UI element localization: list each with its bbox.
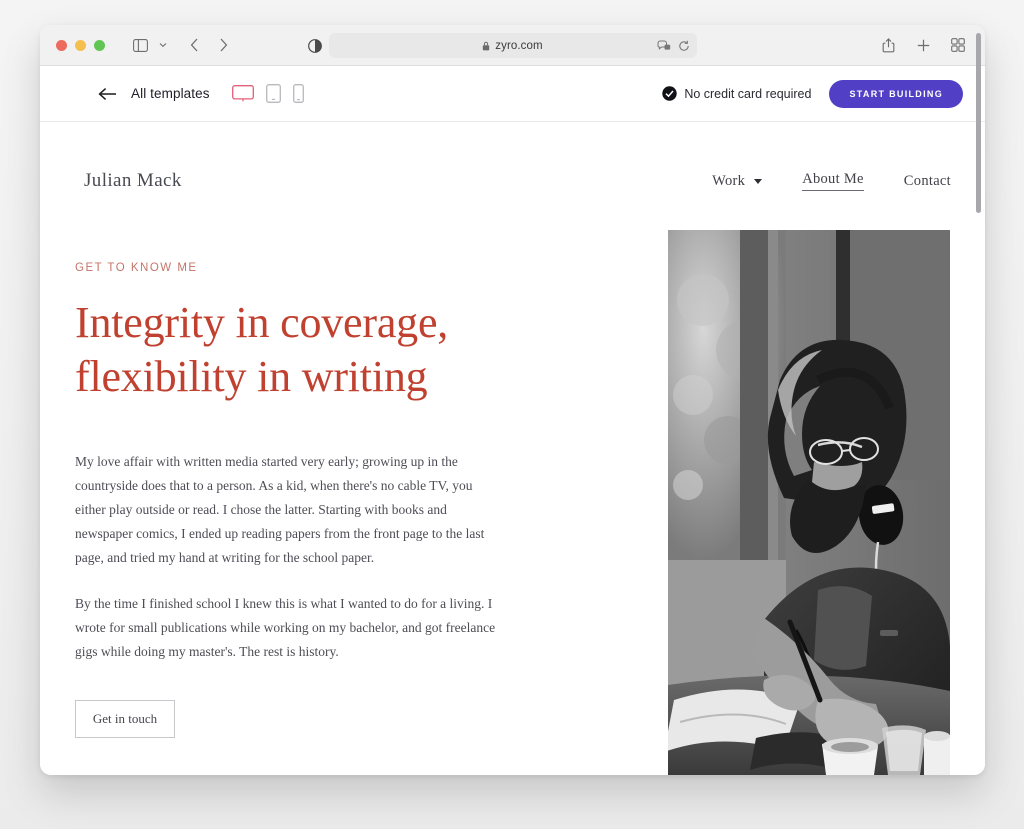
template-preview-appbar: All templates No credit card required ST… (40, 66, 985, 122)
sidebar-icon[interactable] (127, 33, 153, 57)
nav-item-about-me-label: About Me (802, 171, 864, 187)
lock-icon (482, 41, 490, 51)
toolbar-left-icons (127, 33, 236, 57)
hero-headline: Integrity in coverage, flexibility in wr… (75, 296, 668, 404)
browser-toolbar: zyro.com (40, 25, 985, 66)
nav-item-contact-label: Contact (903, 172, 951, 189)
get-in-touch-button[interactable]: Get in touch (75, 700, 175, 739)
nav-item-work-label: Work (712, 172, 746, 189)
site-brand-logo[interactable]: Julian Mack (84, 170, 182, 192)
url-text: zyro.com (495, 39, 543, 52)
extensions-icon[interactable] (657, 40, 671, 52)
chevron-down-icon[interactable] (156, 33, 170, 57)
hero-photo (668, 230, 950, 775)
appbar-right-group: No credit card required START BUILDING (662, 79, 963, 108)
chevron-down-icon (754, 178, 763, 184)
plus-icon[interactable] (910, 33, 936, 57)
hero-headline-line2: flexibility in writing (75, 352, 428, 402)
hero-paragraph-1: My love affair with written media starte… (75, 454, 485, 566)
hero-eyebrow: GET TO KNOW ME (75, 262, 198, 274)
site-header: Julian Mack Work About Me Contact (40, 122, 985, 210)
address-bar[interactable]: zyro.com (328, 33, 697, 58)
check-circle-icon (662, 86, 678, 101)
back-navigation-icon[interactable] (181, 33, 207, 57)
site-nav-links: Work About Me Contact (712, 171, 951, 191)
close-window-button[interactable] (56, 39, 67, 51)
window-traffic-lights[interactable] (56, 39, 105, 51)
hero-text-column: GET TO KNOW ME Integrity in coverage, fl… (40, 210, 668, 739)
nav-item-contact[interactable]: Contact (904, 173, 951, 190)
site-preview: Julian Mack Work About Me Contact GET TO… (40, 122, 985, 775)
hero-headline-line1: Integrity in coverage, (75, 298, 449, 347)
tab-overview-icon[interactable] (945, 33, 971, 57)
no-credit-card-label: No credit card required (684, 86, 812, 101)
nav-item-work[interactable]: Work (712, 172, 763, 190)
page-scrollbar-thumb[interactable] (976, 33, 981, 213)
reload-icon[interactable] (678, 40, 690, 52)
start-building-button[interactable]: START BUILDING (829, 79, 963, 108)
hero-paragraph-2: By the time I finished school I knew thi… (75, 596, 496, 660)
tablet-icon[interactable] (265, 84, 281, 103)
mobile-icon[interactable] (292, 84, 304, 103)
maximize-window-button[interactable] (94, 39, 105, 51)
nav-item-about-me[interactable]: About Me (802, 171, 864, 191)
toolbar-right-icons (875, 33, 971, 57)
no-credit-card-notice: No credit card required (662, 86, 811, 101)
address-bar-right-icons (657, 33, 690, 58)
minimize-window-button[interactable] (75, 39, 86, 51)
screenshot-root: zyro.com All templates No credit card re… (0, 0, 1024, 829)
browser-window: zyro.com All templates No credit card re… (40, 25, 985, 775)
device-preview-switcher[interactable] (231, 84, 304, 103)
all-templates-label[interactable]: All templates (131, 86, 210, 101)
arrow-left-icon[interactable] (98, 87, 117, 101)
desktop-icon[interactable] (231, 85, 254, 102)
reader-contrast-icon[interactable] (302, 34, 328, 58)
share-icon[interactable] (875, 33, 901, 57)
forward-navigation-icon[interactable] (210, 33, 236, 57)
